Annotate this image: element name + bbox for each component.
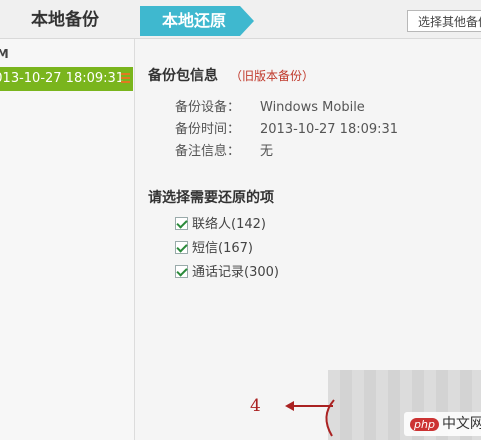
restore-item-sms[interactable]: 短信(167): [175, 237, 253, 256]
annotation-circle-arc-icon: [325, 399, 335, 437]
restore-item-label: 联络人(142): [192, 217, 266, 232]
watermark-text: 中文网: [441, 416, 481, 432]
restore-item-label: 短信(167): [192, 241, 253, 256]
info-value: 无: [260, 144, 274, 159]
info-value: 2013-10-27 18:09:31: [260, 122, 399, 137]
backup-list-panel: YM 2013-10-27 18:09:31: [0, 39, 135, 440]
restore-item-contacts[interactable]: 联络人(142): [175, 213, 266, 232]
select-other-backup-button[interactable]: 选择其他备份: [407, 10, 481, 32]
info-row-time: 备份时间： 2013-10-27 18:09:31: [150, 118, 398, 137]
info-row-device: 备份设备： Windows Mobile: [150, 96, 365, 115]
checkbox-checked-icon[interactable]: [175, 265, 188, 278]
tab-local-backup[interactable]: 本地备份: [0, 0, 130, 38]
backup-info-title: 备份包信息 （旧版本备份）: [148, 65, 314, 85]
backup-item-label: 2013-10-27 18:09:31: [0, 71, 125, 86]
list-handle-icon: [121, 73, 130, 84]
site-watermark: php 中文网: [404, 412, 481, 436]
watermark-logo: php: [410, 418, 439, 431]
restore-item-call-log[interactable]: 通话记录(300): [175, 261, 279, 280]
restore-items-title: 请选择需要还原的项: [148, 190, 274, 206]
checkbox-checked-icon[interactable]: [175, 217, 188, 230]
info-label: 备份设备：: [175, 100, 241, 115]
backup-group-label: YM: [0, 47, 9, 61]
checkbox-checked-icon[interactable]: [175, 241, 188, 254]
backup-list-item-selected[interactable]: 2013-10-27 18:09:31: [0, 67, 133, 91]
restore-item-label: 通话记录(300): [192, 265, 279, 280]
info-label: 备注信息：: [175, 144, 241, 159]
tab-local-restore[interactable]: 本地还原: [140, 6, 255, 36]
info-row-note: 备注信息： 无: [150, 140, 273, 159]
top-tab-bar: 本地备份 本地还原 选择其他备份: [0, 0, 481, 39]
info-label: 备份时间：: [175, 122, 241, 137]
backup-info-title-text: 备份包信息: [148, 68, 218, 84]
annotation-number: 4: [250, 396, 261, 416]
old-version-tag: （旧版本备份）: [230, 69, 315, 83]
info-value: Windows Mobile: [260, 100, 365, 115]
